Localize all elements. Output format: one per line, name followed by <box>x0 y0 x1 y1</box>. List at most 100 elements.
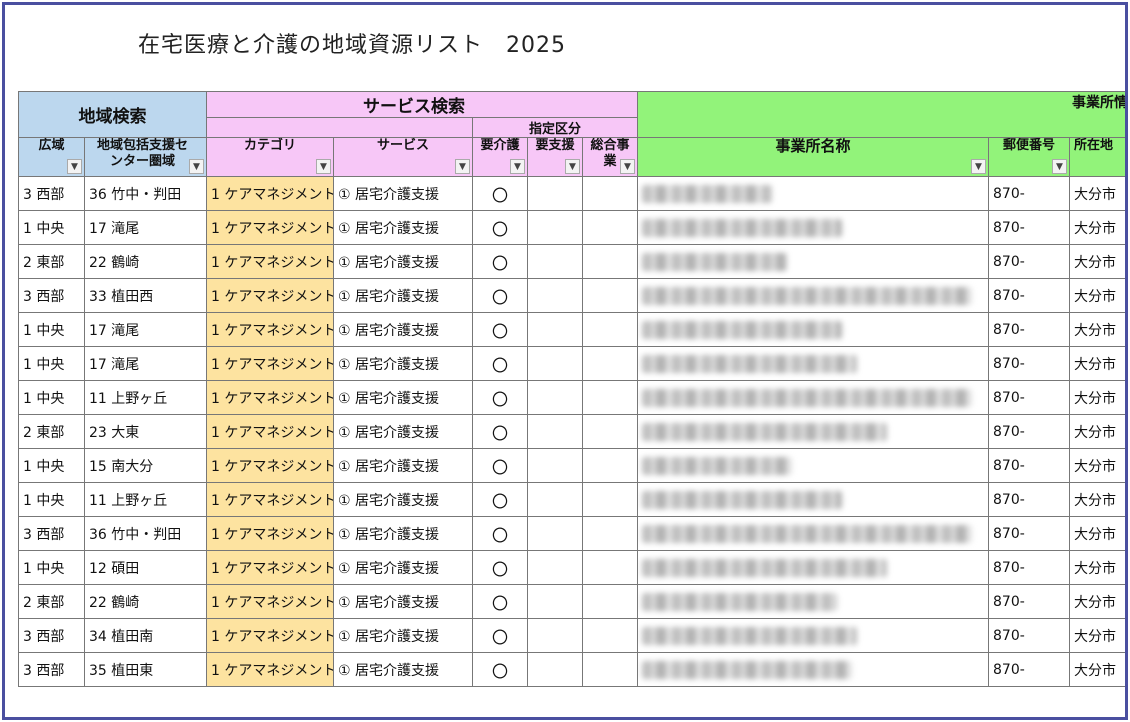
cell-support[interactable] <box>527 618 583 653</box>
cell-care[interactable]: 〇 <box>472 210 528 245</box>
cell-category[interactable]: 1 ケアマネジメント <box>206 176 334 211</box>
cell-care[interactable]: 〇 <box>472 516 528 551</box>
cell-care[interactable]: 〇 <box>472 482 528 517</box>
cell-service[interactable]: ① 居宅介護支援 <box>333 652 473 687</box>
dropdown-arrow-icon[interactable]: ▼ <box>971 159 987 174</box>
cell-area[interactable]: 3 西部 <box>18 278 85 313</box>
cell-name[interactable] <box>637 312 990 347</box>
cell-general[interactable] <box>581 380 639 415</box>
dropdown-arrow-icon[interactable]: ▼ <box>316 159 331 174</box>
cell-area[interactable]: 3 西部 <box>18 516 85 551</box>
cell-service[interactable]: ① 居宅介護支援 <box>333 550 473 585</box>
cell-center[interactable]: 17 滝尾 <box>84 210 207 245</box>
cell-category[interactable]: 1 ケアマネジメント <box>206 278 334 313</box>
table-row[interactable]: 1 中央 11 上野ヶ丘 1 ケアマネジメント ① 居宅介護支援〇 870- 大分市 <box>18 380 1125 415</box>
cell-service[interactable]: ① 居宅介護支援 <box>333 482 473 517</box>
cell-category[interactable]: 1 ケアマネジメント <box>206 482 334 517</box>
cell-service[interactable]: ① 居宅介護支援 <box>333 414 473 449</box>
cell-address[interactable]: 大分市 <box>1069 482 1125 517</box>
cell-area[interactable]: 1 中央 <box>18 550 85 585</box>
cell-service[interactable]: ① 居宅介護支援 <box>333 448 473 483</box>
cell-name[interactable] <box>637 448 990 483</box>
table-row[interactable]: 2 東部 23 大東 1 ケアマネジメント ① 居宅介護支援〇 870- 大分市 <box>18 414 1125 449</box>
cell-postal[interactable]: 870- <box>988 618 1071 653</box>
cell-address[interactable]: 大分市 <box>1069 244 1125 279</box>
cell-general[interactable] <box>581 414 639 449</box>
cell-area[interactable]: 1 中央 <box>18 210 85 245</box>
cell-category[interactable]: 1 ケアマネジメント <box>206 244 334 279</box>
cell-service[interactable]: ① 居宅介護支援 <box>333 380 473 415</box>
cell-address[interactable]: 大分市 <box>1069 380 1125 415</box>
cell-general[interactable] <box>581 312 639 347</box>
cell-postal[interactable]: 870- <box>988 346 1071 381</box>
cell-general[interactable] <box>581 550 639 585</box>
cell-center[interactable]: 17 滝尾 <box>84 346 207 381</box>
cell-postal[interactable]: 870- <box>988 584 1071 619</box>
cell-postal[interactable]: 870- <box>988 244 1071 279</box>
cell-care[interactable]: 〇 <box>472 550 528 585</box>
cell-general[interactable] <box>581 584 639 619</box>
table-row[interactable]: 3 西部 36 竹中・判田 1 ケアマネジメント ① 居宅介護支援〇 870- 大分市 <box>18 516 1125 551</box>
cell-general[interactable] <box>581 244 639 279</box>
cell-care[interactable]: 〇 <box>472 278 528 313</box>
cell-general[interactable] <box>581 278 639 313</box>
cell-service[interactable]: ① 居宅介護支援 <box>333 278 473 313</box>
cell-category[interactable]: 1 ケアマネジメント <box>206 584 334 619</box>
cell-support[interactable] <box>527 414 583 449</box>
cell-postal[interactable]: 870- <box>988 448 1071 483</box>
cell-service[interactable]: ① 居宅介護支援 <box>333 312 473 347</box>
cell-care[interactable]: 〇 <box>472 312 528 347</box>
cell-support[interactable] <box>527 312 583 347</box>
cell-service[interactable]: ① 居宅介護支援 <box>333 210 473 245</box>
cell-category[interactable]: 1 ケアマネジメント <box>206 550 334 585</box>
table-row[interactable]: 1 中央 11 上野ヶ丘 1 ケアマネジメント ① 居宅介護支援〇 870- 大分市 <box>18 482 1125 517</box>
cell-area[interactable]: 1 中央 <box>18 312 85 347</box>
dropdown-arrow-icon[interactable]: ▼ <box>620 159 636 174</box>
cell-general[interactable] <box>581 482 639 517</box>
cell-center[interactable]: 22 鶴崎 <box>84 244 207 279</box>
cell-name[interactable] <box>637 380 990 415</box>
cell-address[interactable]: 大分市 <box>1069 278 1125 313</box>
cell-postal[interactable]: 870- <box>988 278 1071 313</box>
cell-support[interactable] <box>527 516 583 551</box>
dropdown-arrow-icon[interactable]: ▼ <box>565 159 580 174</box>
cell-postal[interactable]: 870- <box>988 414 1071 449</box>
cell-support[interactable] <box>527 482 583 517</box>
cell-support[interactable] <box>527 584 583 619</box>
cell-care[interactable]: 〇 <box>472 176 528 211</box>
table-row[interactable]: 1 中央 17 滝尾 1 ケアマネジメント ① 居宅介護支援〇 870- 大分市 <box>18 312 1125 347</box>
cell-service[interactable]: ① 居宅介護支援 <box>333 346 473 381</box>
cell-support[interactable] <box>527 448 583 483</box>
cell-postal[interactable]: 870- <box>988 380 1071 415</box>
cell-name[interactable] <box>637 516 990 551</box>
cell-address[interactable]: 大分市 <box>1069 618 1125 653</box>
cell-category[interactable]: 1 ケアマネジメント <box>206 448 334 483</box>
cell-category[interactable]: 1 ケアマネジメント <box>206 414 334 449</box>
cell-name[interactable] <box>637 176 990 211</box>
cell-address[interactable]: 大分市 <box>1069 584 1125 619</box>
cell-care[interactable]: 〇 <box>472 380 528 415</box>
cell-name[interactable] <box>637 414 990 449</box>
cell-general[interactable] <box>581 652 639 687</box>
cell-service[interactable]: ① 居宅介護支援 <box>333 244 473 279</box>
cell-name[interactable] <box>637 482 990 517</box>
dropdown-arrow-icon[interactable]: ▼ <box>67 159 82 174</box>
dropdown-arrow-icon[interactable]: ▼ <box>1052 159 1068 174</box>
cell-address[interactable]: 大分市 <box>1069 346 1125 381</box>
cell-center[interactable]: 11 上野ヶ丘 <box>84 380 207 415</box>
cell-address[interactable]: 大分市 <box>1069 414 1125 449</box>
dropdown-arrow-icon[interactable]: ▼ <box>510 159 525 174</box>
cell-area[interactable]: 1 中央 <box>18 346 85 381</box>
table-row[interactable]: 3 西部 33 植田西 1 ケアマネジメント ① 居宅介護支援〇 870- 大分市 <box>18 278 1125 313</box>
cell-area[interactable]: 1 中央 <box>18 380 85 415</box>
cell-postal[interactable]: 870- <box>988 652 1071 687</box>
cell-category[interactable]: 1 ケアマネジメント <box>206 652 334 687</box>
cell-category[interactable]: 1 ケアマネジメント <box>206 312 334 347</box>
cell-area[interactable]: 1 中央 <box>18 448 85 483</box>
cell-support[interactable] <box>527 210 583 245</box>
table-row[interactable]: 1 中央 17 滝尾 1 ケアマネジメント ① 居宅介護支援〇 870- 大分市 <box>18 346 1125 381</box>
cell-category[interactable]: 1 ケアマネジメント <box>206 210 334 245</box>
cell-general[interactable] <box>581 210 639 245</box>
cell-address[interactable]: 大分市 <box>1069 550 1125 585</box>
table-row[interactable]: 2 東部 22 鶴崎 1 ケアマネジメント ① 居宅介護支援〇 870- 大分市 <box>18 244 1125 279</box>
